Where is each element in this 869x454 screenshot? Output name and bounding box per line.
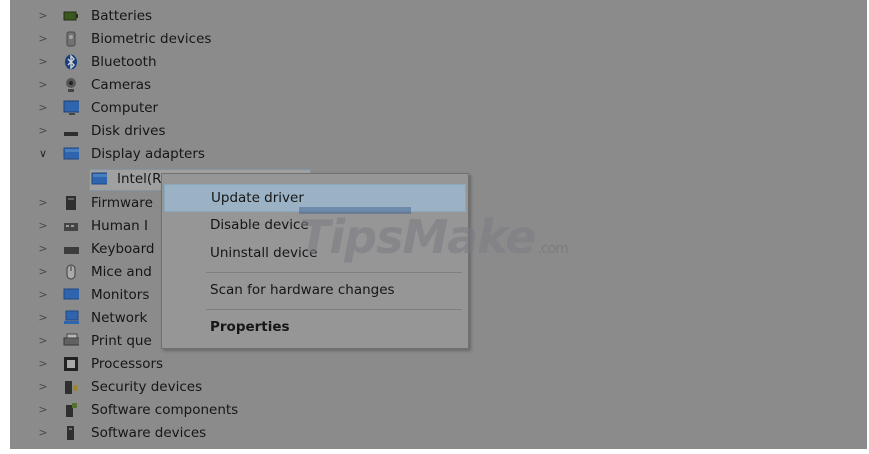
tree-item-label: Software components: [91, 401, 239, 418]
processor-icon: [63, 356, 79, 372]
tree-item-label: Bluetooth: [91, 53, 157, 70]
chevron-right-icon[interactable]: >: [37, 32, 49, 45]
tree-item-label: Cameras: [91, 76, 152, 93]
menu-item-label: Scan for hardware changes: [210, 282, 395, 298]
tree-item-label: Security devices: [91, 378, 203, 395]
tree-item-label: Display adapters: [91, 145, 205, 162]
keyboard-icon: [63, 241, 79, 257]
tree-item-label: Software devices: [91, 424, 207, 441]
chevron-right-icon[interactable]: >: [37, 265, 49, 278]
chevron-right-icon[interactable]: >: [37, 426, 49, 439]
chevron-right-icon[interactable]: >: [37, 242, 49, 255]
tree-item-label: Mice and: [91, 263, 152, 280]
chevron-right-icon[interactable]: >: [37, 380, 49, 393]
mouse-icon: [63, 264, 79, 280]
display-adapter-icon: [91, 171, 107, 187]
chevron-right-icon[interactable]: >: [37, 219, 49, 232]
tree-item-label: Firmware: [91, 194, 153, 211]
menu-item-disable-device[interactable]: Disable device: [164, 212, 466, 238]
network-icon: [63, 310, 79, 326]
menu-item-scan-for-hardware-changes[interactable]: Scan for hardware changes: [164, 277, 466, 303]
menu-separator: [206, 309, 462, 310]
tree-item-label: Network: [91, 309, 148, 326]
bluetooth-icon: [63, 53, 79, 70]
tree-item-label: Disk drives: [91, 122, 166, 139]
biometric-icon: [63, 31, 79, 47]
battery-icon: [63, 8, 79, 24]
chevron-right-icon[interactable]: >: [37, 311, 49, 324]
firmware-icon: [63, 195, 79, 211]
disk-drive-icon: [63, 123, 79, 139]
printer-icon: [63, 333, 79, 349]
computer-icon: [63, 100, 79, 116]
chevron-right-icon[interactable]: >: [37, 288, 49, 301]
software-device-icon: [63, 425, 79, 441]
chevron-right-icon[interactable]: >: [37, 55, 49, 68]
tree-item-label: Batteries: [91, 7, 153, 24]
chevron-right-icon[interactable]: >: [37, 9, 49, 22]
chevron-down-icon[interactable]: ∨: [37, 147, 49, 160]
tree-item-label: Monitors: [91, 286, 150, 303]
menu-item-label: Disable device: [210, 217, 309, 233]
human-interface-icon: [63, 218, 79, 234]
display-adapter-icon: [63, 146, 79, 162]
chevron-right-icon[interactable]: >: [37, 334, 49, 347]
chevron-right-icon[interactable]: >: [37, 78, 49, 91]
watermark-bar: [299, 207, 411, 214]
tree-item-label: Print que: [91, 332, 152, 349]
menu-item-label: Properties: [210, 319, 290, 335]
camera-icon: [63, 77, 79, 93]
tree-item-label: Computer: [91, 99, 159, 116]
chevron-right-icon[interactable]: >: [37, 124, 49, 137]
menu-item-uninstall-device[interactable]: Uninstall device: [164, 240, 466, 266]
menu-separator: [206, 272, 462, 273]
tree-item-label: Human I: [91, 217, 148, 234]
software-component-icon: [63, 402, 79, 418]
tree-item-label: Biometric devices: [91, 30, 212, 47]
monitor-icon: [63, 287, 79, 303]
chevron-right-icon[interactable]: >: [37, 101, 49, 114]
chevron-right-icon[interactable]: >: [37, 196, 49, 209]
tree-item-label: Processors: [91, 355, 164, 372]
context-menu: Update driver Disable device Uninstall d…: [161, 173, 469, 349]
chevron-right-icon[interactable]: >: [37, 403, 49, 416]
device-manager-window: > Batteries > Biometric devices > Blueto…: [10, 0, 867, 449]
menu-item-label: Uninstall device: [210, 245, 318, 261]
chevron-right-icon[interactable]: >: [37, 357, 49, 370]
security-icon: [63, 379, 79, 395]
tree-item-label: Keyboard: [91, 240, 155, 257]
menu-item-properties[interactable]: Properties: [164, 314, 466, 340]
menu-item-label: Update driver: [211, 190, 304, 206]
